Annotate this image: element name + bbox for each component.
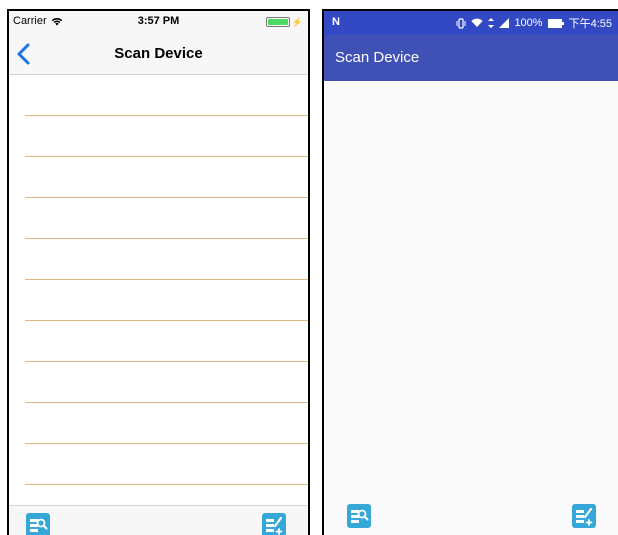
list-item[interactable] — [25, 157, 308, 198]
battery-indicator: ⚡ — [265, 17, 303, 27]
ios-screen: Carrier 3:57 PM ⚡ Scan Device — [7, 9, 310, 535]
list-item[interactable] — [25, 444, 308, 485]
battery-icon — [547, 18, 564, 28]
page-title: Scan Device — [114, 45, 203, 62]
navigation-bar: Scan Device — [9, 33, 308, 75]
scan-button[interactable] — [347, 504, 371, 528]
add-device-button[interactable] — [262, 513, 286, 535]
list-item[interactable] — [25, 75, 308, 116]
list-item[interactable] — [25, 116, 308, 157]
scan-device-icon — [351, 509, 369, 523]
android-status-bar: N 100% 下午4:55 — [324, 11, 618, 35]
android-screen: N 100% 下午4:55 Scan Device — [322, 9, 618, 535]
add-device-icon — [266, 516, 283, 535]
nfc-notification: N — [332, 16, 340, 28]
battery-icon — [265, 17, 290, 27]
signal-icon — [499, 18, 510, 28]
scan-button[interactable] — [26, 513, 50, 535]
app-bar: Scan Device — [324, 35, 618, 81]
device-list — [324, 81, 618, 535]
wifi-icon — [471, 18, 484, 27]
list-item[interactable] — [25, 362, 308, 403]
ios-status-bar: Carrier 3:57 PM ⚡ — [9, 11, 308, 33]
list-item[interactable] — [25, 280, 308, 321]
data-transfer-icon — [488, 18, 495, 28]
status-time: 3:57 PM — [137, 15, 180, 27]
list-item[interactable] — [25, 403, 308, 444]
scan-device-icon — [30, 518, 48, 532]
add-device-button[interactable] — [572, 504, 596, 528]
battery-percent: 100% — [514, 17, 543, 29]
list-item[interactable] — [25, 198, 308, 239]
device-list[interactable] — [9, 75, 308, 505]
list-item[interactable] — [25, 321, 308, 362]
bottom-toolbar — [9, 505, 308, 535]
charging-icon: ⚡ — [291, 17, 303, 27]
vibrate-icon — [456, 17, 466, 29]
add-device-icon — [576, 507, 593, 526]
page-title: Scan Device — [335, 49, 420, 66]
status-time: 下午4:55 — [568, 18, 612, 30]
status-icons: 100% 下午4:55 — [456, 15, 612, 31]
list-item[interactable] — [25, 239, 308, 280]
